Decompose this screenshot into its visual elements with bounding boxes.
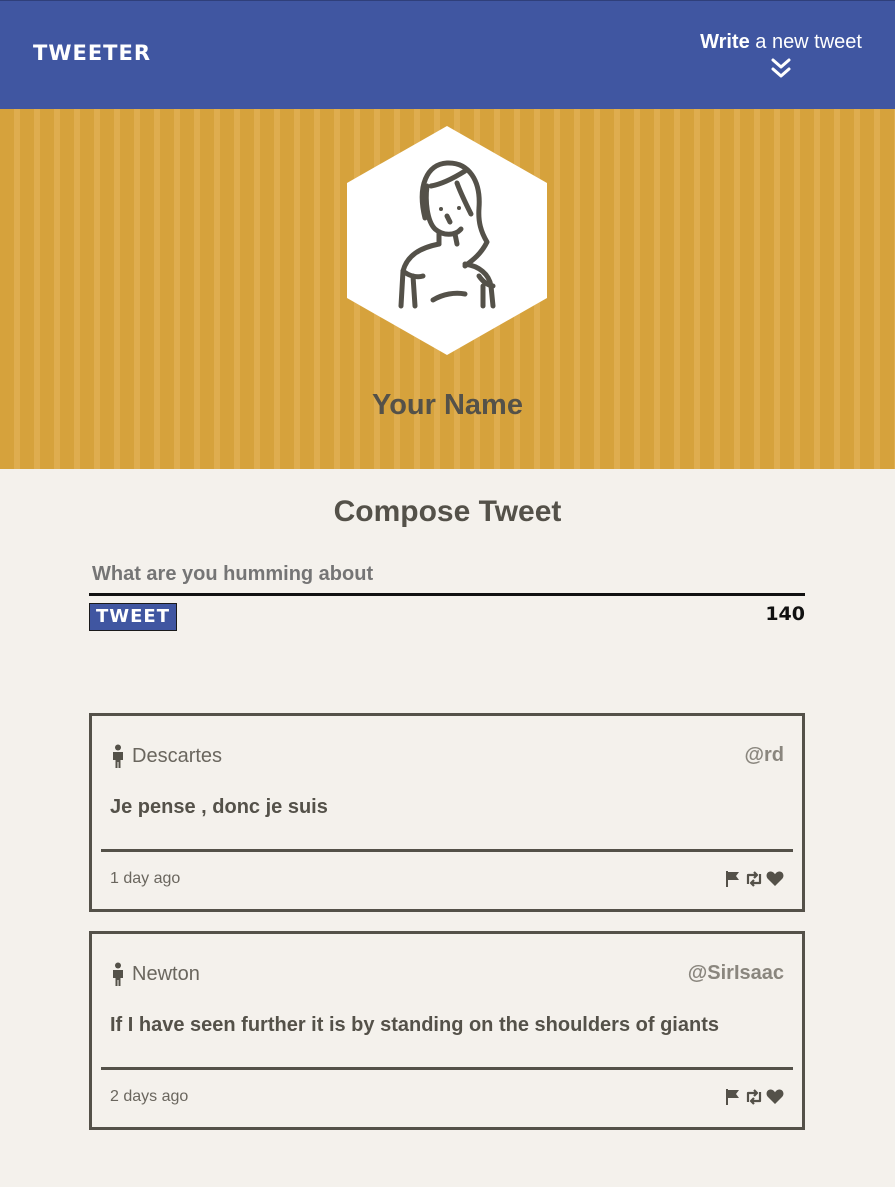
tweet-author-name: Descartes <box>132 744 223 767</box>
person-icon <box>113 744 123 768</box>
tweet-divider <box>101 849 793 852</box>
profile-name: Your Name <box>372 389 523 421</box>
retweet-icon[interactable] <box>745 1088 763 1106</box>
chevron-double-down-icon[interactable] <box>770 57 792 79</box>
flag-icon[interactable] <box>724 870 742 888</box>
tweet-submit-button[interactable]: TWEET <box>89 603 177 631</box>
tweet-card: Newton @SirIsaac If I have seen further … <box>89 931 805 1130</box>
tweet-actions <box>724 870 784 888</box>
compose-title: Compose Tweet <box>333 495 562 528</box>
tweet-timestamp: 2 days ago <box>110 1088 189 1105</box>
tweet-author: Newton <box>110 962 200 986</box>
retweet-icon[interactable] <box>745 870 763 888</box>
profile-header: Your Name <box>0 109 895 469</box>
character-counter: 140 <box>765 603 805 625</box>
write-rest: a new tweet <box>749 31 862 53</box>
tweet-author: Descartes <box>110 744 222 768</box>
flag-icon[interactable] <box>724 1088 742 1106</box>
brand-logo[interactable]: TWEETER <box>33 41 151 65</box>
write-label: Write a new tweet <box>700 31 862 53</box>
tweet-text-input[interactable] <box>89 556 805 596</box>
avatar <box>347 126 547 355</box>
tweet-timestamp: 1 day ago <box>110 870 181 887</box>
write-new-tweet-toggle[interactable]: Write a new tweet <box>700 31 862 79</box>
write-bold: Write <box>700 31 750 53</box>
tweet-divider <box>101 1067 793 1070</box>
tweet-author-name: Newton <box>132 962 200 985</box>
tweet-content: If I have seen further it is by standing… <box>110 1014 719 1036</box>
person-icon <box>113 962 123 986</box>
tweet-card: Descartes @rd Je pense , donc je suis 1 … <box>89 713 805 912</box>
heart-icon[interactable] <box>766 870 784 888</box>
top-nav: TWEETER Write a new tweet <box>0 0 895 109</box>
tweet-handle: @rd <box>744 744 784 766</box>
tweet-handle: @SirIsaac <box>687 962 784 984</box>
heart-icon[interactable] <box>766 1088 784 1106</box>
tweet-actions <box>724 1088 784 1106</box>
tweet-content: Je pense , donc je suis <box>110 796 328 818</box>
